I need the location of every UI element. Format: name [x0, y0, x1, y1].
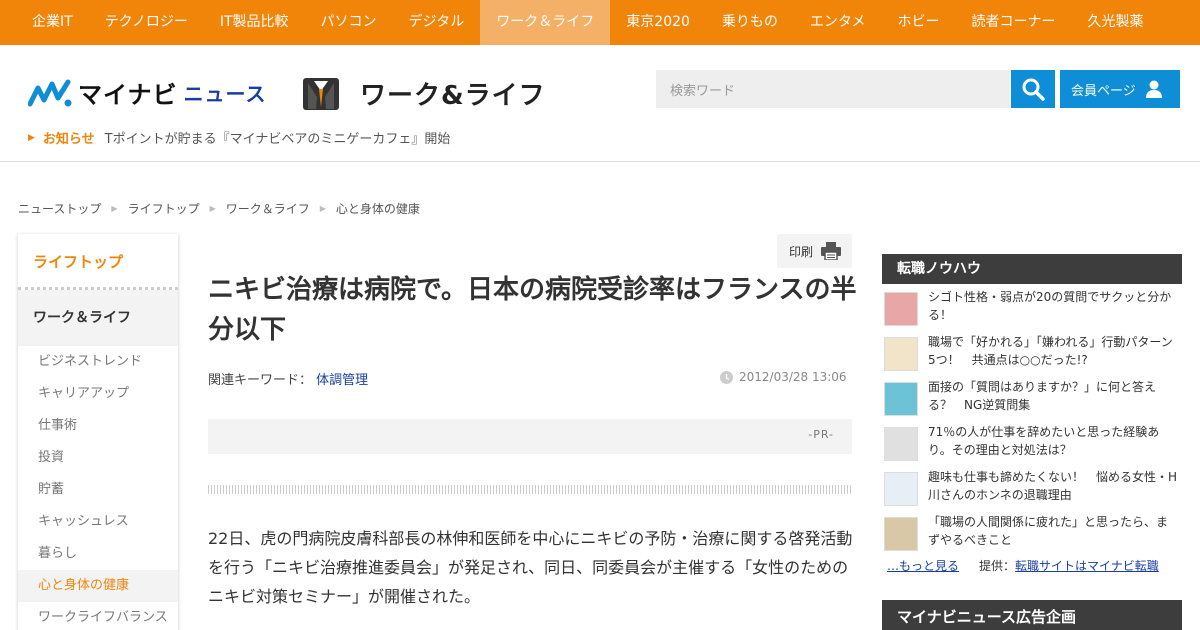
timestamp-text: 2012/03/28 13:06 — [739, 370, 847, 384]
caret-right-icon: ▶ — [28, 132, 35, 143]
nav-item-work-life[interactable]: ワーク＆ライフ — [480, 0, 611, 45]
list-item-link[interactable]: シゴト性格・弱点が20の質問でサクッと分かる！ — [928, 288, 1178, 324]
career-knowhow-heading: 転職ノウハウ — [882, 254, 1182, 284]
search-icon — [1022, 78, 1045, 101]
list-item[interactable]: 面接の「質問はありますか？」に何と答える？ NG逆質問集 — [882, 378, 1182, 423]
article-thumbnail — [884, 472, 918, 506]
breadcrumb-separator-icon: ▶ — [209, 204, 216, 213]
nav-item-vehicles[interactable]: 乗りもの — [706, 0, 794, 45]
article-thumbnail — [884, 292, 918, 326]
ad-feature-heading: マイナビニュース広告企画 — [882, 600, 1182, 630]
notice-link[interactable]: Tポイントが貯まる『マイナビベアのミニゲーカフェ』開始 — [105, 128, 451, 147]
list-item-link[interactable]: 面接の「質問はありますか？」に何と答える？ NG逆質問集 — [928, 378, 1178, 414]
career-knowhow-footer: …もっと見る 提供：転職サイトはマイナビ転職 — [887, 557, 1159, 574]
sidebar-item-work-skills[interactable]: 仕事術 — [18, 410, 178, 442]
breadcrumb-work-life[interactable]: ワーク＆ライフ — [226, 200, 310, 217]
nav-item-reader-corner[interactable]: 読者コーナー — [956, 0, 1072, 45]
breadcrumb-current: 心と身体の健康 — [335, 202, 420, 216]
mynavi-logo-icon — [28, 79, 72, 106]
list-item-link[interactable]: 職場で「好かれる」「嫌われる」行動パターン5つ！ 共通点は○○だった!? — [928, 333, 1178, 369]
member-page-button[interactable]: 会員ページ — [1060, 70, 1180, 108]
breadcrumb-life-top[interactable]: ライフトップ — [128, 200, 200, 217]
top-navigation: 企業IT テクノロジー IT製品比較 パソコン デジタル ワーク＆ライフ 東京2… — [0, 0, 1200, 45]
nav-item-tokyo2020[interactable]: 東京2020 — [610, 0, 706, 45]
breadcrumb-separator-icon: ▶ — [319, 204, 326, 213]
nav-item-hobby[interactable]: ホビー — [882, 0, 956, 45]
nav-item-entertainment[interactable]: エンタメ — [794, 0, 882, 45]
search-button[interactable] — [1011, 70, 1055, 108]
pr-box: -PR- — [208, 419, 852, 454]
nav-item-hisamitsu[interactable]: 久光製薬 — [1072, 0, 1160, 45]
site-header: マイナビ ニュース ワーク&ライフ 検索ワード 会員ページ ▶ お知らせ Tポイ… — [0, 45, 1200, 162]
section-logo[interactable]: ワーク&ライフ — [302, 75, 546, 112]
keywords-label: 関連キーワード： — [208, 373, 313, 388]
article-thumbnail — [884, 427, 918, 461]
nav-item-digital[interactable]: デジタル — [393, 0, 481, 45]
suit-icon — [303, 77, 339, 110]
pr-label: -PR- — [808, 428, 834, 441]
nav-item-it-comparison[interactable]: IT製品比較 — [204, 0, 305, 45]
notice-label: お知らせ — [42, 132, 95, 147]
article-thumbnail — [884, 382, 918, 416]
breadcrumb-news-top[interactable]: ニューストップ — [18, 200, 101, 217]
nav-item-technology[interactable]: テクノロジー — [89, 0, 204, 45]
nav-item-pc[interactable]: パソコン — [305, 0, 393, 45]
decorative-divider — [208, 485, 852, 494]
list-item[interactable]: 「職場の人間関係に疲れた」と思ったら、まずやるべきこと — [882, 513, 1182, 558]
printer-icon — [821, 242, 842, 260]
article-thumbnail — [884, 337, 918, 371]
sidebar-item-living[interactable]: 暮らし — [18, 538, 178, 570]
print-label: 印刷 — [789, 244, 814, 259]
breadcrumb: ニューストップ ▶ ライフトップ ▶ ワーク＆ライフ ▶ 心と身体の健康 — [18, 200, 420, 217]
list-item[interactable]: 71％の人が仕事を辞めたいと思った経験あり。その理由と対処法は？ — [882, 423, 1182, 468]
keyword-link[interactable]: 体調管理 — [316, 373, 368, 388]
sidebar-item-savings[interactable]: 貯蓄 — [18, 474, 178, 506]
list-item[interactable]: 職場で「好かれる」「嫌われる」行動パターン5つ！ 共通点は○○だった!? — [882, 333, 1182, 378]
nav-item-enterprise-it[interactable]: 企業IT — [16, 0, 89, 45]
notice-bar: ▶ お知らせ Tポイントが貯まる『マイナビベアのミニゲーカフェ』開始 — [28, 128, 450, 147]
sidebar-life-top[interactable]: ライフトップ — [18, 234, 178, 290]
clock-icon — [720, 370, 733, 384]
more-link[interactable]: …もっと見る — [887, 557, 959, 574]
sidebar-item-investment[interactable]: 投資 — [18, 442, 178, 474]
sidebar-item-business-trend[interactable]: ビジネストレンド — [18, 346, 178, 378]
search-input[interactable]: 検索ワード — [656, 70, 1010, 108]
sidebar-item-cashless[interactable]: キャッシュレス — [18, 506, 178, 538]
article-title: ニキビ治療は病院で。日本の病院受診率はフランスの半分以下 — [208, 275, 857, 345]
member-page-label: 会員ページ — [1071, 83, 1136, 99]
sidebar-section-work-life[interactable]: ワーク＆ライフ — [18, 290, 178, 346]
sidebar-item-health[interactable]: 心と身体の健康 — [18, 570, 178, 602]
career-knowhow-list: シゴト性格・弱点が20の質問でサクッと分かる！ 職場で「好かれる」「嫌われる」行… — [882, 288, 1182, 558]
breadcrumb-separator-icon: ▶ — [111, 204, 118, 213]
provider-credit: 提供：転職サイトはマイナビ転職 — [979, 557, 1159, 574]
related-keywords: 関連キーワード： 体調管理 — [208, 369, 368, 388]
logo-main-text: マイナビ — [78, 81, 178, 109]
print-button[interactable]: 印刷 — [777, 234, 852, 268]
provider-label: 提供： — [979, 559, 1016, 573]
user-icon — [1145, 80, 1162, 98]
sidebar-item-work-life-balance[interactable]: ワークライフバランス — [18, 602, 178, 630]
logo-sub-text: ニュース — [183, 82, 267, 106]
sidebar-item-career-up[interactable]: キャリアアップ — [18, 378, 178, 410]
list-item-link[interactable]: 「職場の人間関係に疲れた」と思ったら、まずやるべきこと — [928, 513, 1178, 549]
mynavi-news-logo[interactable]: マイナビ ニュース — [28, 75, 267, 110]
article-thumbnail — [884, 517, 918, 551]
provider-link[interactable]: 転職サイトはマイナビ転職 — [1015, 559, 1159, 573]
article-timestamp: 2012/03/28 13:06 — [720, 370, 847, 384]
list-item-link[interactable]: 趣味も仕事も諦めたくない！ 悩める女性・H川さんのホンネの退職理由 — [928, 468, 1178, 504]
list-item[interactable]: 趣味も仕事も諦めたくない！ 悩める女性・H川さんのホンネの退職理由 — [882, 468, 1182, 513]
article-body: 22日、虎の門病院皮膚科部長の林伸和医師を中心にニキビの予防・治療に関する啓発活… — [208, 529, 853, 606]
list-item-link[interactable]: 71％の人が仕事を辞めたいと思った経験あり。その理由と対処法は？ — [928, 423, 1178, 459]
section-title: ワーク&ライフ — [360, 81, 546, 111]
list-item[interactable]: シゴト性格・弱点が20の質問でサクッと分かる！ — [882, 288, 1182, 333]
left-sidebar: ライフトップ ワーク＆ライフ ビジネストレンド キャリアアップ 仕事術 投資 貯… — [18, 234, 178, 630]
